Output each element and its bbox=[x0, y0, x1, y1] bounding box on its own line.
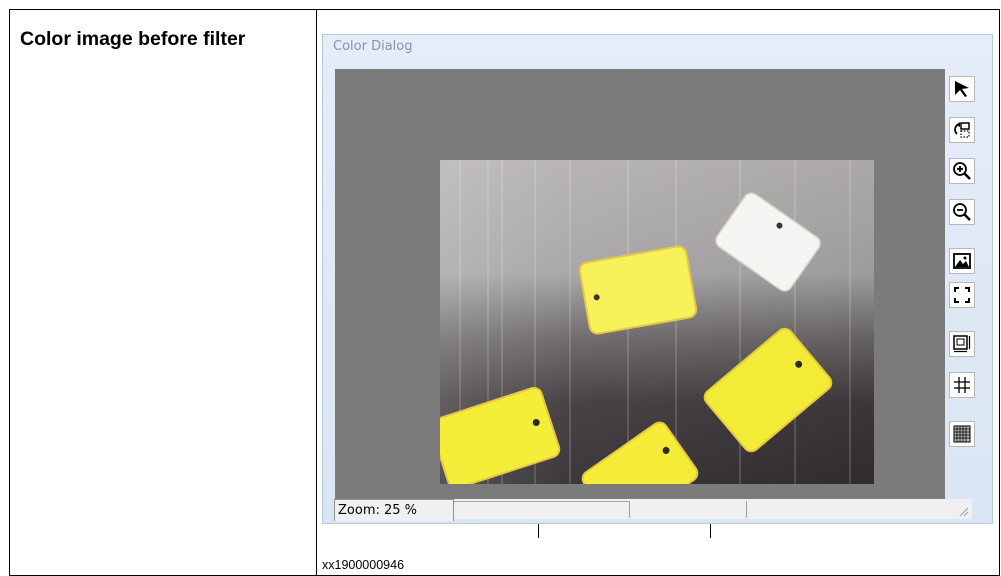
image-view-area[interactable] bbox=[335, 69, 945, 503]
zoom-in-icon[interactable] bbox=[949, 158, 975, 184]
zoom-status: Zoom: 25 % bbox=[334, 499, 454, 521]
resize-grip-icon[interactable] bbox=[957, 505, 969, 517]
status-cell bbox=[630, 501, 747, 518]
reference-id: xx1900000946 bbox=[322, 558, 405, 572]
dialog-title: Color Dialog bbox=[333, 39, 413, 54]
fine-grid-icon[interactable] bbox=[949, 421, 975, 447]
camera-image bbox=[440, 160, 874, 484]
scale-box-icon[interactable] bbox=[949, 331, 975, 357]
select-arrow-icon[interactable] bbox=[949, 76, 975, 102]
table-tick bbox=[538, 524, 539, 538]
status-bar: Zoom: 25 % bbox=[334, 499, 972, 521]
table-tick bbox=[710, 524, 711, 538]
table-divider bbox=[316, 10, 317, 575]
status-cell bbox=[454, 501, 630, 518]
image-caption: Color image before filter bbox=[20, 28, 246, 50]
rotate-selection-icon[interactable] bbox=[949, 117, 975, 143]
fit-to-window-icon[interactable] bbox=[949, 282, 975, 308]
grid-icon[interactable] bbox=[949, 372, 975, 398]
color-dialog-window: Color Dialog Zoom: 25 % bbox=[322, 34, 993, 524]
zoom-out-icon[interactable] bbox=[949, 199, 975, 225]
image-icon[interactable] bbox=[949, 248, 975, 274]
